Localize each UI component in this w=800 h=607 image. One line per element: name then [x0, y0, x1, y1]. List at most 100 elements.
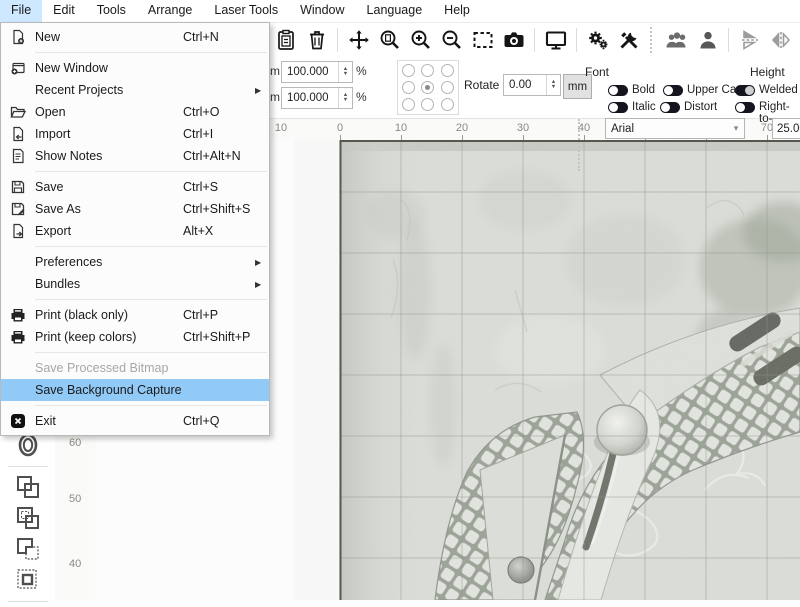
submenu-arrow-icon: ▶	[255, 258, 269, 267]
flip-horizontal-icon[interactable]	[767, 27, 794, 54]
boolean-intersect-icon[interactable]	[12, 534, 44, 564]
upper-case-toggle[interactable]	[663, 85, 683, 96]
italic-toggle[interactable]	[608, 102, 628, 113]
menu-item-preferences[interactable]: Preferences ▶	[1, 251, 269, 273]
menu-laser-tools[interactable]: Laser Tools	[203, 0, 289, 22]
bold-toggle[interactable]	[608, 85, 628, 96]
menu-arrange[interactable]: Arrange	[137, 0, 203, 22]
menu-item-show-notes[interactable]: Show Notes Ctrl+Alt+N	[1, 145, 269, 167]
open-folder-icon	[1, 104, 35, 120]
file-menu: New Ctrl+N New Window Recent Projects ▶ …	[0, 22, 270, 436]
distort-label: Distort	[684, 101, 717, 113]
spinner-buttons[interactable]: ▲▼	[338, 62, 352, 82]
toolbar-drag-handle[interactable]	[650, 27, 655, 53]
spinner-buttons[interactable]: ▲▼	[546, 75, 560, 95]
menu-help[interactable]: Help	[433, 0, 481, 22]
right-to-left-label: Right-to-	[759, 101, 800, 125]
menu-separator	[35, 171, 267, 172]
anchor-radio[interactable]	[441, 98, 454, 111]
right-to-left-toggle[interactable]	[735, 102, 755, 113]
exit-icon	[1, 413, 35, 429]
boolean-difference-icon[interactable]	[12, 565, 44, 595]
menu-item-print-colors[interactable]: Print (keep colors) Ctrl+Shift+P	[1, 326, 269, 348]
menu-item-save-as[interactable]: Save As Ctrl+Shift+S	[1, 198, 269, 220]
divider	[576, 28, 577, 52]
machine-tools-icon[interactable]	[615, 27, 642, 54]
ungroup-icon[interactable]	[694, 27, 721, 54]
italic-label: Italic	[632, 101, 656, 113]
ruler-label: 10	[395, 122, 407, 134]
menu-item-export[interactable]: Export Alt+X	[1, 220, 269, 242]
printer-icon	[1, 307, 35, 323]
menu-item-new[interactable]: New Ctrl+N	[1, 26, 269, 48]
import-icon	[1, 126, 35, 142]
menu-item-recent-projects[interactable]: Recent Projects ▶	[1, 79, 269, 101]
height-label: Height	[750, 65, 785, 79]
menu-item-exit[interactable]: Exit Ctrl+Q	[1, 410, 269, 432]
paste-icon[interactable]	[272, 27, 299, 54]
anchor-radio[interactable]	[402, 64, 415, 77]
menu-item-open[interactable]: Open Ctrl+O	[1, 101, 269, 123]
unit-label-fragment: m	[270, 90, 280, 104]
menu-language[interactable]: Language	[356, 0, 434, 22]
zoom-in-icon[interactable]	[407, 27, 434, 54]
export-icon	[1, 223, 35, 239]
delete-icon[interactable]	[303, 27, 330, 54]
menu-item-bundles[interactable]: Bundles ▶	[1, 273, 269, 295]
menu-tools[interactable]: Tools	[86, 0, 137, 22]
distort-toggle[interactable]	[660, 102, 680, 113]
menu-item-save-background-capture[interactable]: Save Background Capture	[1, 379, 269, 401]
camera-capture-icon[interactable]	[500, 27, 527, 54]
divider	[728, 28, 729, 52]
anchor-radio[interactable]	[421, 64, 434, 77]
anchor-radio-selected[interactable]	[421, 81, 434, 94]
menu-edit[interactable]: Edit	[42, 0, 86, 22]
anchor-radio[interactable]	[402, 81, 415, 94]
anchor-point-selector[interactable]	[397, 60, 459, 115]
height-scale-field[interactable]: 100.000 ▲▼	[281, 87, 353, 109]
flip-vertical-icon[interactable]	[736, 27, 763, 54]
anchor-radio[interactable]	[441, 64, 454, 77]
menu-separator	[35, 52, 267, 53]
submenu-arrow-icon: ▶	[255, 86, 269, 95]
ruler-label: 60	[69, 437, 81, 449]
rotate-field[interactable]: 0.00 ▲▼	[503, 74, 561, 96]
rotate-label: Rotate	[464, 78, 499, 92]
zoom-out-icon[interactable]	[438, 27, 465, 54]
menubar: File Edit Tools Arrange Laser Tools Wind…	[0, 0, 800, 23]
ruler-label: 10	[275, 122, 287, 134]
menu-item-import[interactable]: Import Ctrl+I	[1, 123, 269, 145]
anchor-radio[interactable]	[402, 98, 415, 111]
anchor-radio[interactable]	[421, 98, 434, 111]
menu-window[interactable]: Window	[289, 0, 355, 22]
submenu-arrow-icon: ▶	[255, 280, 269, 289]
ruler-label: 20	[456, 122, 468, 134]
anchor-radio[interactable]	[441, 81, 454, 94]
zoom-to-page-icon[interactable]	[376, 27, 403, 54]
welded-toggle[interactable]	[735, 85, 755, 96]
width-scale-field[interactable]: 100.000 ▲▼	[281, 61, 353, 83]
ruler-label: 40	[69, 558, 81, 570]
notes-icon	[1, 148, 35, 164]
font-select[interactable]: Arial ▾	[605, 118, 745, 139]
show-display-icon[interactable]	[542, 27, 569, 54]
printer-icon	[1, 329, 35, 345]
group-icon[interactable]	[663, 27, 690, 54]
ruler-label: 50	[69, 493, 81, 505]
frame-selection-icon[interactable]	[469, 27, 496, 54]
device-settings-icon[interactable]	[584, 27, 611, 54]
spinner-buttons[interactable]: ▲▼	[338, 88, 352, 108]
percent-label: %	[356, 64, 367, 78]
menu-item-print-black[interactable]: Print (black only) Ctrl+P	[1, 304, 269, 326]
font-label: Font	[585, 65, 609, 79]
pan-icon[interactable]	[345, 27, 372, 54]
welded-label: Welded	[759, 84, 798, 96]
toolbar-drag-handle[interactable]	[578, 119, 580, 171]
divider	[337, 28, 338, 52]
menu-item-save[interactable]: Save Ctrl+S	[1, 176, 269, 198]
save-as-icon	[1, 201, 35, 217]
boolean-subtract-icon[interactable]	[12, 503, 44, 533]
boolean-union-icon[interactable]	[12, 472, 44, 502]
menu-item-new-window[interactable]: New Window	[1, 57, 269, 79]
menu-file[interactable]: File	[0, 0, 42, 22]
